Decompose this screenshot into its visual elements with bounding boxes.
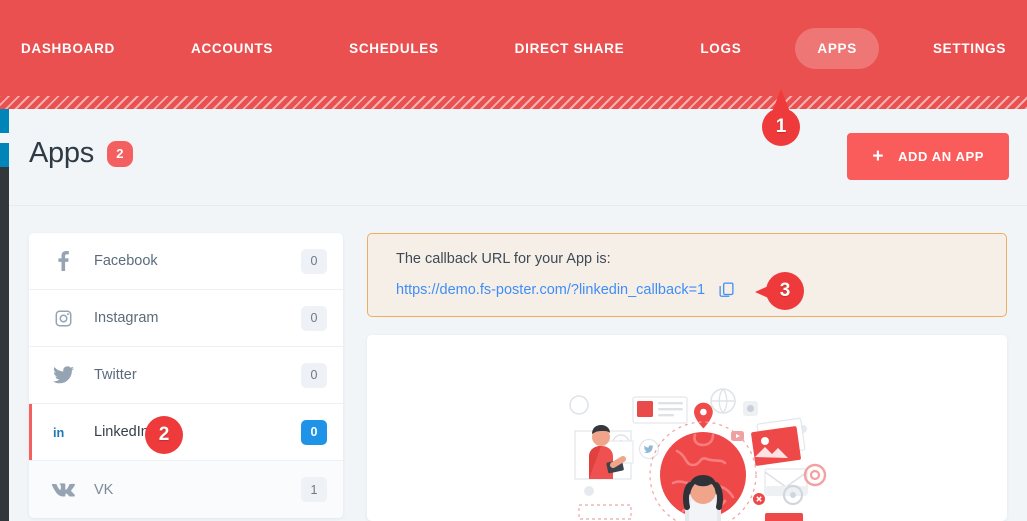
app-illustration-panel [367,335,1007,521]
step-marker-3: 3 [766,272,804,310]
page-title-group: Apps 2 [29,137,133,170]
sidebar-item-twitter[interactable]: Twitter 0 [29,347,343,404]
sidebar-item-label: Instagram [94,310,159,326]
svg-text:in: in [53,425,64,440]
page-header: Apps 2 + ADD AN APP [9,109,1027,206]
app-detail-column: The callback URL for your App is: https:… [367,233,1007,521]
sidebar-item-badge: 0 [301,248,327,274]
apps-count-badge: 2 [106,140,133,167]
top-navigation-bar: DASHBOARD ACCOUNTS SCHEDULES DIRECT SHAR… [0,0,1027,96]
add-an-app-label: ADD AN APP [898,149,984,164]
sidebar-item-label: LinkedIn [94,424,149,440]
step-marker-1: 1 [762,108,800,146]
vk-icon [51,480,75,500]
callback-url-row: https://demo.fs-poster.com/?linkedin_cal… [396,281,986,298]
admin-side-rail [0,109,9,521]
hatched-divider-stripe [0,96,1027,109]
nav-tab-schedules[interactable]: SCHEDULES [327,28,461,69]
page-content: Facebook 0 Instagram 0 Twitter 0 in Link… [9,206,1027,521]
sidebar-item-badge: 0 [301,419,327,445]
callback-url-link[interactable]: https://demo.fs-poster.com/?linkedin_cal… [396,282,705,298]
app-root: DASHBOARD ACCOUNTS SCHEDULES DIRECT SHAR… [0,0,1027,521]
plus-icon: + [872,146,885,167]
nav-tab-logs[interactable]: LOGS [678,28,763,69]
nav-tab-accounts[interactable]: ACCOUNTS [169,28,295,69]
callback-url-label: The callback URL for your App is: [396,251,611,267]
social-network-illustration [569,388,827,521]
admin-rail-notch [0,133,9,143]
sidebar-item-label: Twitter [94,367,137,383]
nav-tab-dashboard[interactable]: DASHBOARD [0,28,137,69]
page-title: Apps [29,137,94,169]
sidebar-item-linkedin[interactable]: in LinkedIn 0 [29,404,343,461]
linkedin-icon: in [51,422,75,442]
sidebar-item-instagram[interactable]: Instagram 0 [29,290,343,347]
callback-url-notice: The callback URL for your App is: https:… [367,233,1007,317]
sidebar-item-facebook[interactable]: Facebook 0 [29,233,343,290]
sidebar-item-badge: 0 [301,362,327,388]
nav-items: DASHBOARD ACCOUNTS SCHEDULES DIRECT SHAR… [0,27,1027,69]
twitter-icon [51,365,75,385]
sidebar-item-label: Facebook [94,253,158,269]
nav-tab-apps[interactable]: APPS [795,27,879,69]
sidebar-item-badge: 1 [301,477,327,502]
sidebar-item-badge: 0 [301,305,327,331]
add-an-app-button[interactable]: + ADD AN APP [847,133,1009,180]
nav-tab-direct-share[interactable]: DIRECT SHARE [493,28,647,69]
copy-icon[interactable] [718,281,735,298]
facebook-icon [51,251,75,271]
step-marker-2: 2 [145,416,183,454]
nav-tab-settings[interactable]: SETTINGS [911,28,1027,69]
page-body: Apps 2 + ADD AN APP Facebook 0 Instagram… [9,109,1027,521]
sidebar-item-label: VK [94,481,114,498]
instagram-icon [51,308,75,328]
apps-sidebar-list: Facebook 0 Instagram 0 Twitter 0 in Link… [29,233,343,518]
sidebar-item-vk[interactable]: VK 1 [29,461,343,518]
